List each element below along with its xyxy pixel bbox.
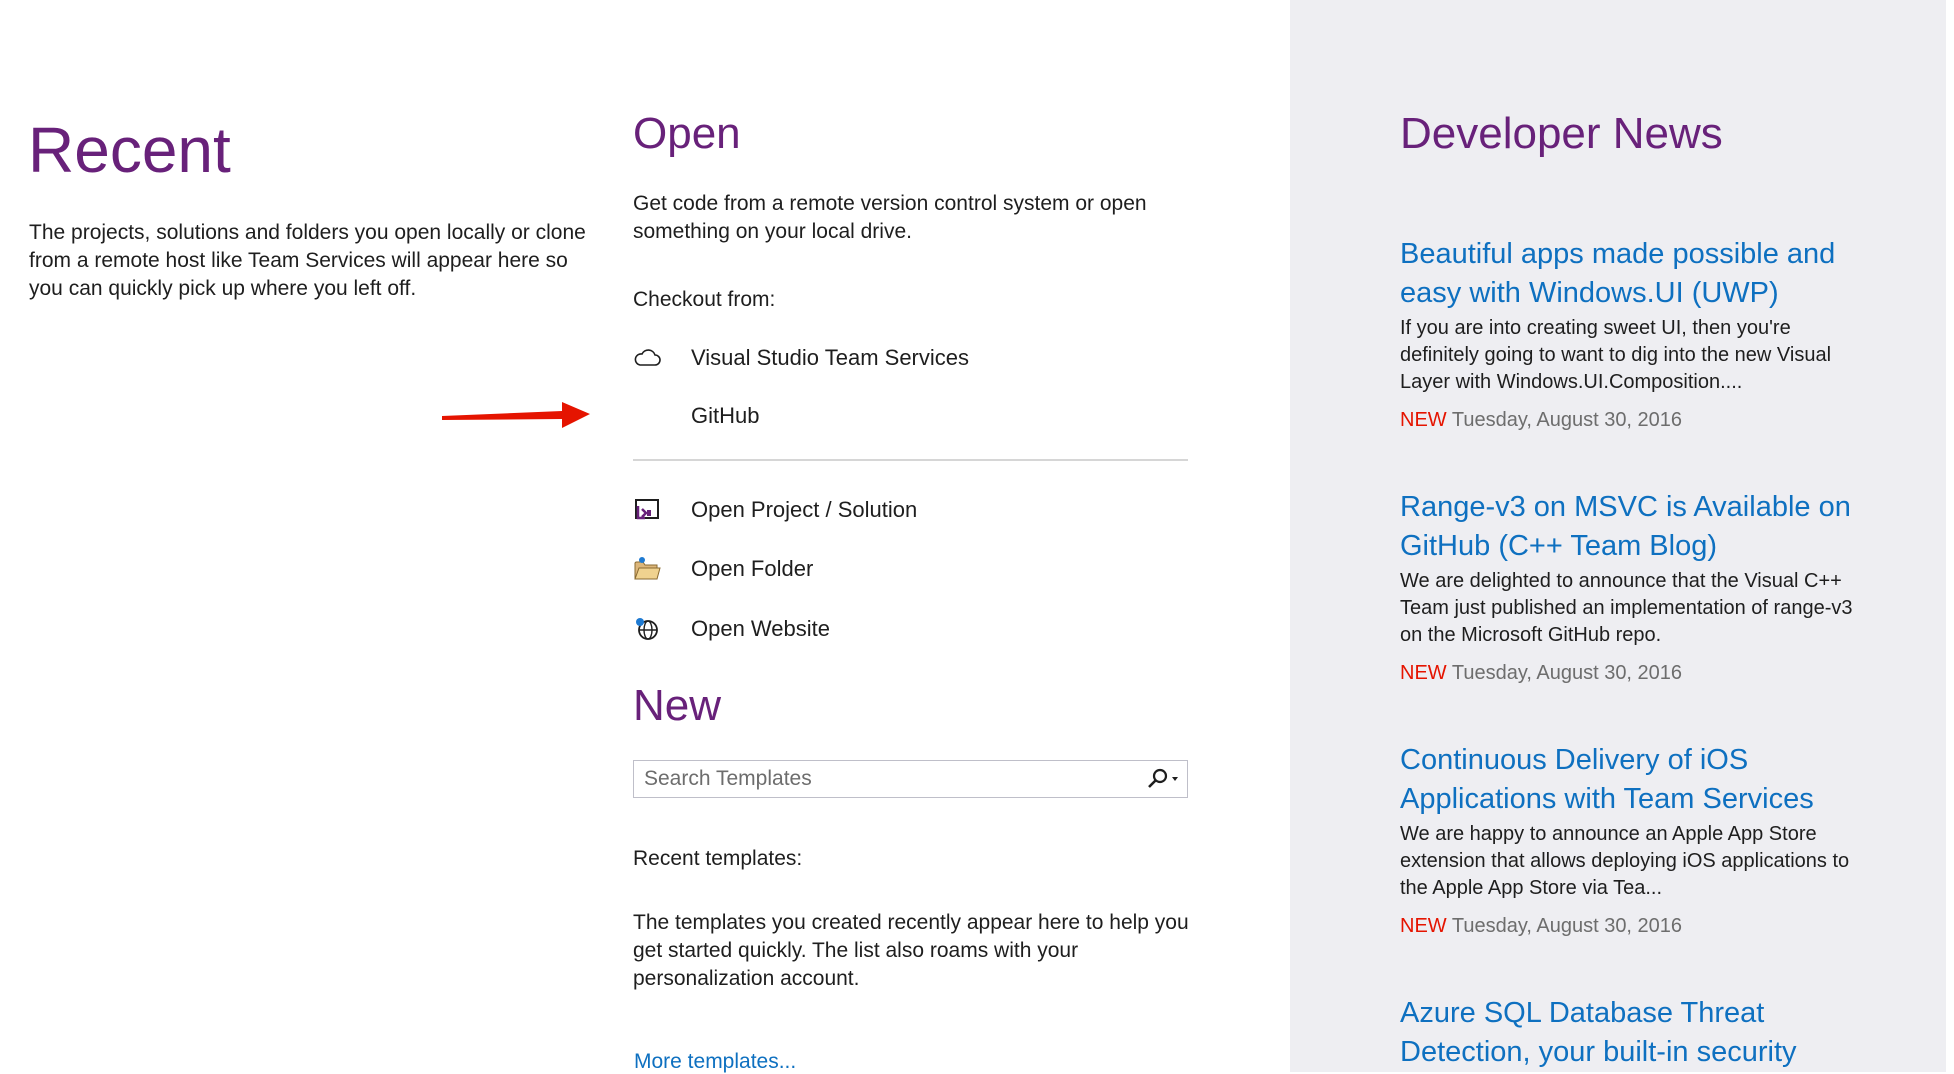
news-item-title-link[interactable]: Beautiful apps made possible and easy wi… (1400, 235, 1855, 313)
developer-news-panel: Developer News Beautiful apps made possi… (1290, 0, 1954, 1072)
recent-templates-label: Recent templates: (633, 847, 803, 870)
news-item-date: Tuesday, August 30, 2016 (1451, 409, 1683, 431)
developer-news-heading: Developer News (1400, 109, 1723, 158)
new-badge: NEW (1400, 662, 1447, 684)
open-description: Get code from a remote version control s… (633, 192, 1147, 243)
recent-description: The projects, solutions and folders you … (29, 221, 586, 300)
recent-templates-description: The templates you created recently appea… (633, 911, 1189, 990)
search-dropdown-button[interactable] (1137, 762, 1187, 796)
open-website-icon (633, 609, 673, 649)
search-templates-box (633, 760, 1188, 798)
checkout-github-label: GitHub (691, 403, 760, 428)
search-icon (1148, 768, 1178, 788)
checkout-vsts-link[interactable]: Visual Studio Team Services (633, 338, 1193, 378)
news-item: Beautiful apps made possible and easy wi… (1400, 235, 1855, 434)
annotation-arrow-icon (442, 402, 590, 428)
checkout-github-link[interactable]: GitHub (633, 396, 1193, 436)
open-project-solution-link[interactable]: Open Project / Solution (633, 490, 1193, 530)
checkout-vsts-label: Visual Studio Team Services (691, 345, 969, 370)
new-badge: NEW (1400, 915, 1447, 937)
open-folder-label: Open Folder (691, 556, 814, 581)
recent-heading: Recent (28, 114, 231, 186)
news-item-date: Tuesday, August 30, 2016 (1451, 915, 1683, 937)
news-item: Azure SQL Database Threat Detection, you… (1400, 994, 1855, 1072)
open-website-link[interactable]: Open Website (633, 609, 1193, 649)
open-project-icon (633, 490, 673, 530)
news-item-summary: We are delighted to announce that the Vi… (1400, 570, 1853, 646)
news-item-meta: NEW Tuesday, August 30, 2016 (1400, 407, 1855, 434)
open-website-label: Open Website (691, 616, 831, 641)
open-heading: Open (633, 109, 741, 158)
news-item-title-link[interactable]: Azure SQL Database Threat Detection, you… (1400, 994, 1855, 1072)
news-item-summary: If you are into creating sweet UI, then … (1400, 317, 1832, 393)
news-item-meta: NEW Tuesday, August 30, 2016 (1400, 913, 1855, 940)
checkout-from-label: Checkout from: (633, 288, 776, 311)
news-item: Range-v3 on MSVC is Available on GitHub … (1400, 488, 1855, 687)
news-item-date: Tuesday, August 30, 2016 (1451, 662, 1683, 684)
window-edge (1946, 0, 1954, 1072)
open-project-solution-label: Open Project / Solution (691, 497, 918, 522)
cloud-icon (633, 338, 673, 378)
news-item-title-link[interactable]: Continuous Delivery of iOS Applications … (1400, 741, 1855, 819)
more-templates-link[interactable]: More templates... (634, 1050, 796, 1074)
open-folder-link[interactable]: Open Folder (633, 549, 1193, 589)
open-folder-icon (633, 549, 673, 589)
new-heading: New (633, 681, 722, 730)
news-item-title-link[interactable]: Range-v3 on MSVC is Available on GitHub … (1400, 488, 1855, 566)
news-item: Continuous Delivery of iOS Applications … (1400, 741, 1855, 940)
new-badge: NEW (1400, 409, 1447, 431)
news-item-summary: We are happy to announce an Apple App St… (1400, 823, 1850, 899)
search-templates-input[interactable] (642, 763, 1137, 795)
open-section-divider (633, 459, 1188, 461)
news-item-meta: NEW Tuesday, August 30, 2016 (1400, 660, 1855, 687)
